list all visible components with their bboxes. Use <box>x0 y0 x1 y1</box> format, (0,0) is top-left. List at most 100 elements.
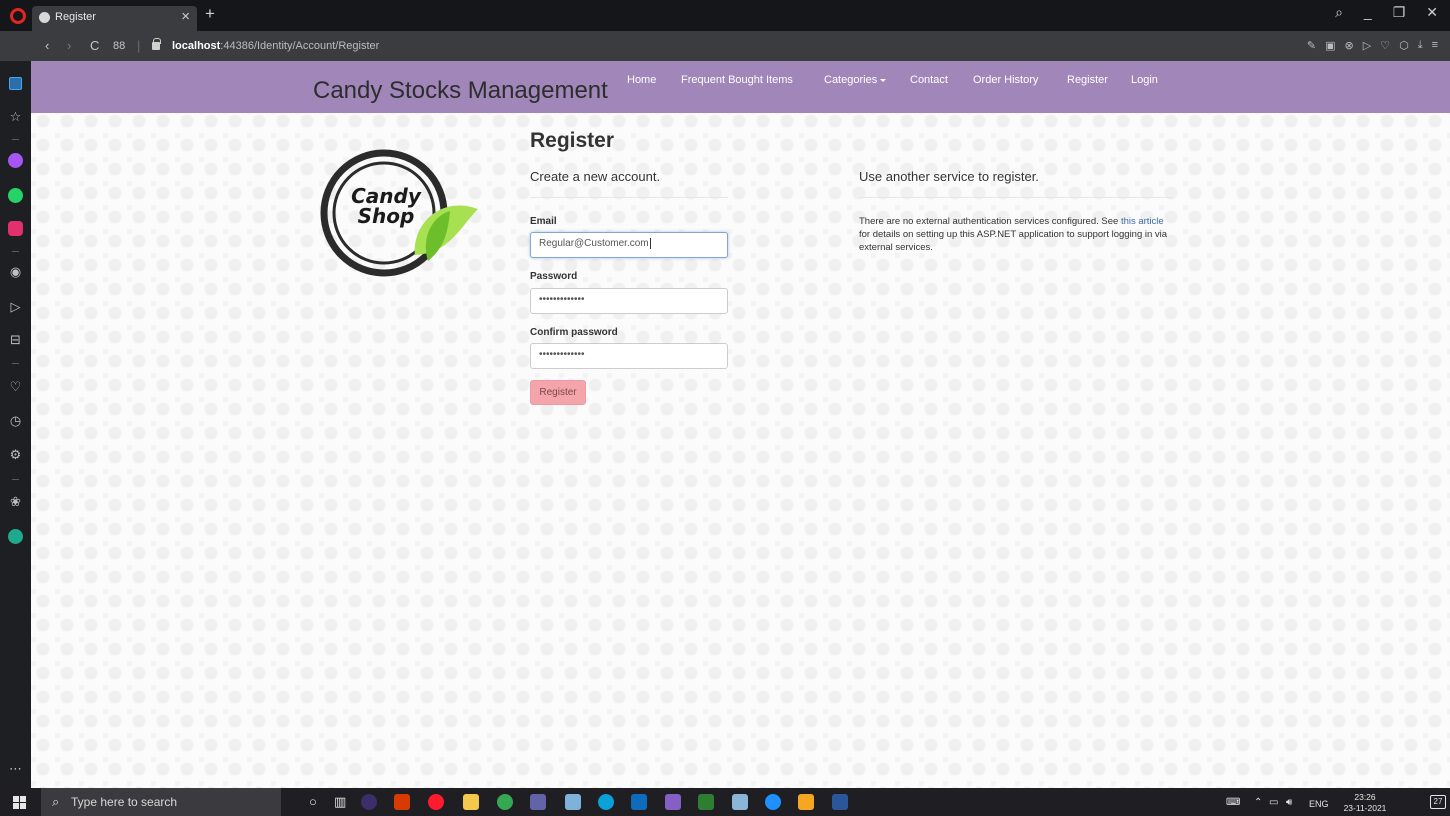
tab-close-icon[interactable]: × <box>181 8 190 25</box>
cortana-icon[interactable]: ○ <box>309 794 317 809</box>
player-icon[interactable]: ◉ <box>0 264 31 280</box>
messenger-icon[interactable] <box>8 153 23 168</box>
confirm-password-label: Confirm password <box>530 327 618 338</box>
external-login-heading: Use another service to register. <box>859 169 1039 184</box>
edge-icon[interactable] <box>598 794 614 810</box>
windows-taskbar: ⌕ Type here to search ○ ▥ ⌨ ⌃ ▭ 🔊︎ ENG 2… <box>0 788 1450 816</box>
taskbar-search[interactable]: ⌕ Type here to search <box>41 788 281 816</box>
page-title: Register <box>530 129 615 152</box>
onenote-icon[interactable] <box>565 794 581 810</box>
touch-keyboard-icon[interactable]: ⌨ <box>1226 797 1240 808</box>
bookmark-icon[interactable]: ☆ <box>0 109 31 125</box>
home-icon[interactable] <box>0 77 31 93</box>
flow-icon[interactable]: ▷ <box>0 299 31 315</box>
sidebar-separator <box>12 251 19 252</box>
teams-icon[interactable] <box>530 794 546 810</box>
windows-start-icon[interactable] <box>13 796 26 809</box>
camera-icon[interactable]: ▣ <box>1325 39 1335 52</box>
nav-categories[interactable]: Categories <box>824 74 887 86</box>
browser-tab-strip: Register × + ⌕ _ ❐ ✕ <box>0 0 1450 31</box>
new-tab-icon[interactable]: + <box>205 4 215 24</box>
email-field[interactable]: Regular@Customer.com <box>530 232 728 258</box>
toolbar-icons: ✎ ▣ ⊗ ▷ ♡ ⬡ ⤓ ≡ <box>1307 39 1438 52</box>
nav-register[interactable]: Register <box>1067 74 1108 86</box>
this-article-link[interactable]: this article <box>1121 216 1164 227</box>
external-text-before: There are no external authentication ser… <box>859 216 1121 227</box>
volume-icon[interactable]: 🔊︎ <box>1286 797 1292 808</box>
nav-categories-label: Categories <box>824 74 878 86</box>
nav-login[interactable]: Login <box>1131 74 1158 86</box>
site-navbar: Candy Stocks Management Home Frequent Bo… <box>31 61 1450 113</box>
back-icon[interactable]: ‹ <box>45 38 49 53</box>
address-bar: ‹ › C 88 | localhost:44386/Identity/Acco… <box>0 31 1450 61</box>
opera-menu-icon[interactable] <box>10 8 26 24</box>
instagram-icon[interactable] <box>8 221 23 236</box>
password-value: ••••••••••••• <box>539 294 585 305</box>
shield-icon[interactable]: ⊗ <box>1345 39 1354 52</box>
excel-icon[interactable] <box>698 794 714 810</box>
battery-icon[interactable]: ▭ <box>1269 797 1278 808</box>
forward-icon[interactable]: › <box>67 38 71 53</box>
download-icon[interactable]: ⤓ <box>1418 39 1423 52</box>
lock-icon[interactable] <box>152 38 161 50</box>
eclipse-icon[interactable] <box>361 794 377 810</box>
url-field[interactable]: localhost:44386/Identity/Account/Registe… <box>172 40 379 52</box>
register-button[interactable]: Register <box>530 380 586 405</box>
task-view-icon[interactable]: ▥ <box>334 794 346 810</box>
tab-register[interactable]: Register × <box>32 6 197 31</box>
edit-icon[interactable]: ✎ <box>1307 39 1316 52</box>
tabs-grid-icon[interactable]: 88 <box>113 40 125 52</box>
confirm-password-value: ••••••••••••• <box>539 349 585 360</box>
minimize-icon[interactable]: _ <box>1364 4 1372 21</box>
heart-icon[interactable]: ♡ <box>1380 39 1390 52</box>
history-icon[interactable]: ◷ <box>0 413 31 429</box>
nav-order-history[interactable]: Order History <box>973 74 1038 86</box>
restore-icon[interactable]: ❐ <box>1393 4 1406 21</box>
external-login-message: There are no external authentication ser… <box>859 215 1174 254</box>
clock-date: 23-11-2021 <box>1343 803 1387 813</box>
chevron-up-icon[interactable]: ⌃ <box>1254 797 1262 808</box>
page-viewport: Candy Stocks Management Home Frequent Bo… <box>31 61 1450 788</box>
chrome-icon[interactable] <box>497 794 513 810</box>
clock[interactable]: 23:26 23-11-2021 <box>1340 792 1390 814</box>
search-placeholder: Type here to search <box>71 795 178 809</box>
internet-explorer-icon[interactable] <box>765 794 781 810</box>
word-icon[interactable] <box>832 794 848 810</box>
tab-title: Register <box>55 11 96 23</box>
aria-icon[interactable] <box>8 529 23 544</box>
settings-icon[interactable]: ⚙ <box>0 447 31 463</box>
tabs-icon[interactable]: ⊟ <box>0 332 31 348</box>
notifications-icon[interactable]: 27 <box>1430 795 1446 809</box>
sidebar-separator <box>12 139 19 140</box>
whatsapp-icon[interactable] <box>8 188 23 203</box>
language-indicator[interactable]: ENG <box>1309 799 1329 809</box>
sidebar-separator <box>12 363 19 364</box>
search-icon[interactable]: ⌕ <box>1335 4 1343 21</box>
paint3d-icon[interactable] <box>798 794 814 810</box>
password-field[interactable]: ••••••••••••• <box>530 288 728 314</box>
site-brand[interactable]: Candy Stocks Management <box>313 77 608 105</box>
file-explorer-icon[interactable] <box>463 794 479 810</box>
reload-icon[interactable]: C <box>90 38 99 53</box>
caret-down-icon <box>880 78 887 82</box>
opera-icon[interactable] <box>428 794 444 810</box>
tips-icon[interactable]: ❀ <box>0 494 31 510</box>
form-divider <box>530 197 728 198</box>
paint-icon[interactable] <box>732 794 748 810</box>
confirm-password-field[interactable]: ••••••••••••• <box>530 343 728 369</box>
outlook-icon[interactable] <box>631 794 647 810</box>
nav-contact[interactable]: Contact <box>910 74 948 86</box>
more-icon[interactable]: ⋯ <box>0 761 31 777</box>
office-icon[interactable] <box>394 794 410 810</box>
visual-studio-icon[interactable] <box>665 794 681 810</box>
heart-icon[interactable]: ♡ <box>0 379 31 395</box>
nav-home[interactable]: Home <box>627 74 656 86</box>
url-path: :44386/Identity/Account/Register <box>220 40 380 52</box>
menu-icon[interactable]: ≡ <box>1432 39 1438 52</box>
nav-frequent-bought-items[interactable]: Frequent Bought Items <box>681 74 793 86</box>
cube-icon[interactable]: ⬡ <box>1399 39 1409 52</box>
password-label: Password <box>530 271 578 282</box>
email-value: Regular@Customer.com <box>539 238 649 250</box>
play-icon[interactable]: ▷ <box>1363 39 1371 52</box>
close-icon[interactable]: ✕ <box>1426 4 1438 21</box>
